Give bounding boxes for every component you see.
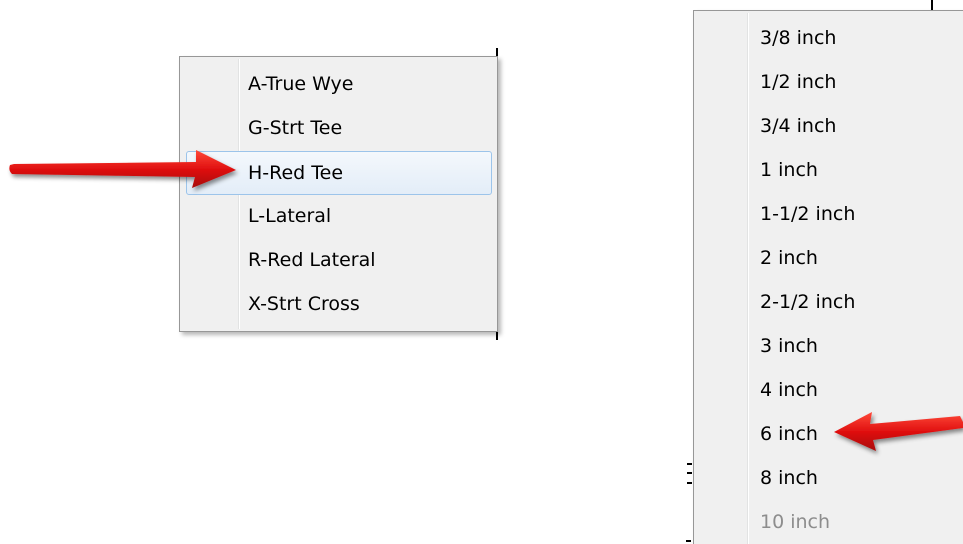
menu-item-3-inch[interactable]: 3 inch <box>698 325 963 369</box>
menu-item-label: 1 inch <box>760 159 818 181</box>
window-edge-mark <box>687 482 692 484</box>
screenshot-stage: A-True Wye G-Strt Tee H-Red Tee L-Latera… <box>0 0 963 544</box>
menu-item-8-inch[interactable]: 8 inch <box>698 457 963 501</box>
menu-item-label: 3/8 inch <box>760 27 837 49</box>
menu-item-1-2-inch[interactable]: 1/2 inch <box>698 61 963 105</box>
menu-item-a-true-wye[interactable]: A-True Wye <box>186 63 492 107</box>
menu-item-label: 3 inch <box>760 335 818 357</box>
menu-item-r-red-lateral[interactable]: R-Red Lateral <box>186 239 492 283</box>
menu-item-label: G-Strt Tee <box>248 117 343 139</box>
window-edge-mark <box>686 540 691 542</box>
menu-item-l-lateral[interactable]: L-Lateral <box>186 195 492 239</box>
menu-item-2-inch[interactable]: 2 inch <box>698 237 963 281</box>
menu-item-label: 3/4 inch <box>760 115 837 137</box>
menu-item-label: A-True Wye <box>248 73 354 95</box>
menu-item-label: 6 inch <box>760 423 818 445</box>
menu-item-label: 2-1/2 inch <box>760 291 856 313</box>
menu-item-label: 1-1/2 inch <box>760 203 856 225</box>
left-annotation-arrow-icon <box>9 150 237 188</box>
menu-item-1-1-2-inch[interactable]: 1-1/2 inch <box>698 193 963 237</box>
menu-item-label: 2 inch <box>760 247 818 269</box>
menu-item-label: R-Red Lateral <box>248 249 376 271</box>
window-edge-mark <box>931 0 933 10</box>
menu-item-1-inch[interactable]: 1 inch <box>698 149 963 193</box>
menu-item-x-strt-cross[interactable]: X-Strt Cross <box>186 283 492 327</box>
menu-item-3-4-inch[interactable]: 3/4 inch <box>698 105 963 149</box>
menu-item-label: L-Lateral <box>248 205 332 227</box>
menu-item-3-8-inch[interactable]: 3/8 inch <box>698 17 963 61</box>
menu-item-label: 10 inch <box>760 511 831 533</box>
menu-item-2-1-2-inch[interactable]: 2-1/2 inch <box>698 281 963 325</box>
window-edge-mark <box>687 472 692 474</box>
menu-item-label: 4 inch <box>760 379 818 401</box>
menu-item-label: X-Strt Cross <box>248 293 360 315</box>
menu-item-label: 1/2 inch <box>760 71 837 93</box>
menu-item-10-inch: 10 inch <box>698 501 963 544</box>
menu-item-label: H-Red Tee <box>248 162 344 184</box>
menu-item-label: 8 inch <box>760 467 818 489</box>
pipe-size-context-menu: 3/8 inch 1/2 inch 3/4 inch 1 inch 1-1/2 … <box>693 10 963 544</box>
window-edge-mark <box>687 463 692 465</box>
right-annotation-arrow-icon <box>834 412 963 451</box>
